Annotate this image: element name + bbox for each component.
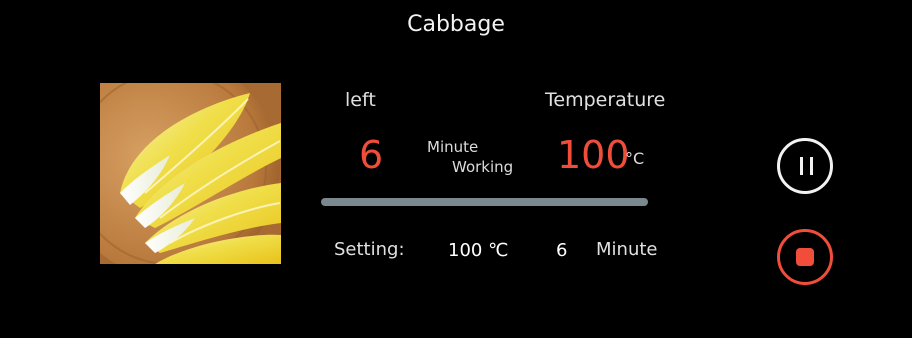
minute-unit-label: Minute — [427, 138, 479, 156]
cooking-progress-bar — [321, 198, 648, 206]
food-image — [100, 83, 281, 264]
pause-icon-bar-right — [810, 157, 813, 175]
time-left-label: left — [345, 89, 376, 111]
working-status-label: Working — [452, 158, 514, 176]
stop-icon — [796, 248, 814, 266]
pause-icon — [780, 141, 830, 191]
pause-button[interactable] — [777, 138, 833, 194]
setting-minute-unit-label: Minute — [596, 239, 658, 260]
temperature-unit-label: °C — [625, 149, 645, 168]
setting-temperature-value: 100 ℃ — [448, 240, 509, 261]
cooking-progress-fill — [321, 198, 648, 206]
page-title: Cabbage — [407, 12, 505, 37]
current-temperature-value: 100 — [557, 133, 630, 177]
pause-icon-bar-left — [800, 157, 803, 175]
cooking-screen: Cabbage left Temperature 6 Minute Workin… — [0, 0, 912, 338]
remaining-minutes-value: 6 — [359, 133, 384, 177]
temperature-label: Temperature — [545, 89, 666, 111]
stop-button[interactable] — [777, 229, 833, 285]
setting-minutes-value: 6 — [556, 240, 568, 261]
setting-label: Setting: — [334, 239, 405, 260]
